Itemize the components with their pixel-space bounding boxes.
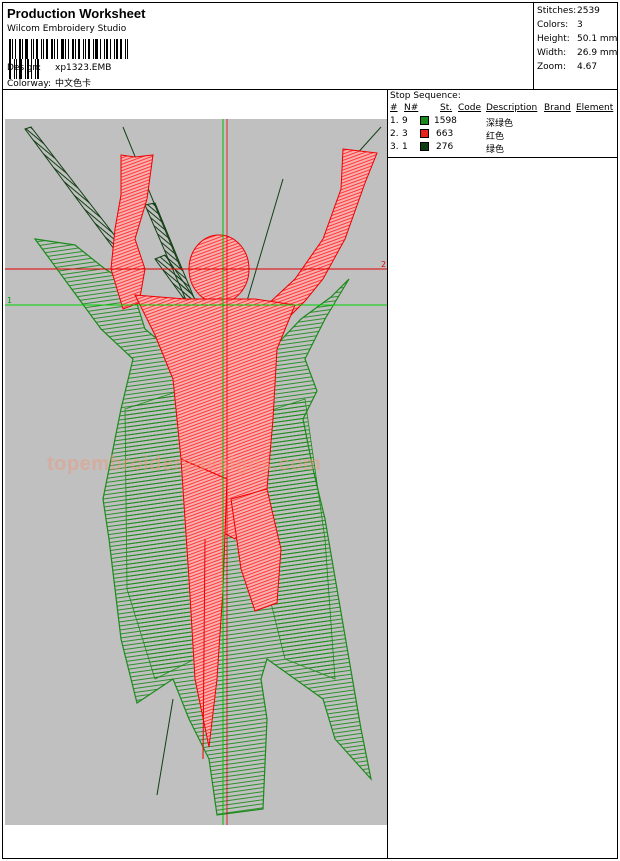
row-stitches: 276 bbox=[436, 142, 454, 152]
stop-row[interactable]: 1. 9 1598 深绿色 bbox=[388, 116, 617, 129]
column-header-element: Element bbox=[576, 103, 614, 113]
barcode-bar bbox=[36, 39, 38, 59]
stat-value: 50.1 mm bbox=[577, 34, 618, 44]
design-preview-panel: 1 2 topembroiderydesigns.com bbox=[3, 89, 388, 858]
stat-colors: Colors: 3 bbox=[537, 20, 583, 30]
barcode-bar bbox=[85, 39, 86, 59]
worksheet-title: Production Worksheet bbox=[7, 6, 146, 21]
column-header-needle: N# bbox=[404, 103, 419, 113]
stop-sequence-panel: Stop Sequence: # N# St. Code Description… bbox=[388, 89, 617, 158]
row-description: 深绿色 bbox=[486, 119, 514, 129]
barcode-bar bbox=[125, 39, 126, 59]
row-needle: 3 bbox=[402, 129, 408, 139]
barcode-bar bbox=[25, 39, 28, 59]
row-description: 绿色 bbox=[486, 145, 505, 155]
barcode-bar bbox=[78, 39, 80, 59]
design-canvas[interactable]: 1 2 topembroiderydesigns.com bbox=[5, 119, 387, 825]
stat-value: 3 bbox=[577, 20, 583, 30]
row-stitches: 1598 bbox=[434, 116, 457, 126]
barcode-bar bbox=[120, 39, 122, 59]
software-name: Wilcom Embroidery Studio bbox=[7, 24, 127, 34]
barcode-bar bbox=[51, 39, 53, 59]
row-number: 1. bbox=[390, 116, 399, 126]
barcode-bar bbox=[33, 39, 34, 59]
stat-label: Stitches: bbox=[537, 6, 577, 16]
barcode-bar bbox=[61, 39, 64, 59]
design-label: Design: bbox=[7, 63, 42, 73]
design-stats: Stitches:2539 Colors: 3 Height: 50.1 mm Wi… bbox=[533, 3, 618, 89]
row-needle: 9 bbox=[402, 116, 408, 126]
barcode-bar bbox=[68, 39, 69, 59]
end-marker: 2 bbox=[381, 260, 386, 269]
watermark-text: topembroiderydesigns.com bbox=[47, 453, 322, 475]
barcode-bar bbox=[43, 39, 44, 59]
color-swatch bbox=[420, 142, 429, 151]
colorway-label: Colorway: bbox=[7, 79, 52, 89]
barcode-bar bbox=[88, 39, 90, 59]
row-description: 红色 bbox=[486, 132, 505, 142]
barcode-bar bbox=[54, 39, 55, 59]
barcode-bar bbox=[19, 39, 21, 59]
stop-row[interactable]: 2. 3 663 红色 bbox=[388, 129, 617, 142]
row-needle: 1 bbox=[402, 142, 408, 152]
column-header-num: # bbox=[390, 103, 398, 113]
barcode-bar bbox=[72, 39, 74, 59]
stat-label: Colors: bbox=[537, 20, 569, 30]
production-worksheet: Production Worksheet Wilcom Embroidery S… bbox=[2, 2, 618, 859]
stat-zoom: Zoom: 4.67 bbox=[537, 62, 597, 72]
start-marker: 1 bbox=[7, 296, 12, 305]
colorway-row: Colorway: 中文色卡 bbox=[7, 76, 91, 89]
barcode-bar bbox=[104, 39, 105, 59]
barcode-bar bbox=[65, 39, 66, 59]
barcode-bar bbox=[100, 39, 101, 59]
stat-label: Width: bbox=[537, 48, 567, 58]
stop-row[interactable]: 3. 1 276 绿色 bbox=[388, 142, 617, 155]
barcode-bar bbox=[116, 39, 118, 59]
colorway-value: 中文色卡 bbox=[55, 79, 92, 89]
stat-value: 2539 bbox=[577, 6, 600, 16]
stop-sequence-title: Stop Sequence: bbox=[390, 91, 461, 101]
barcode bbox=[9, 39, 133, 79]
color-swatch bbox=[420, 116, 429, 125]
barcode-bar bbox=[127, 39, 128, 59]
stat-label: Zoom: bbox=[537, 62, 566, 72]
stat-label: Height: bbox=[537, 34, 570, 44]
barcode-bar bbox=[57, 39, 58, 59]
stat-height: Height: 50.1 mm bbox=[537, 34, 617, 44]
stat-width: Width: 26.9 mm bbox=[537, 48, 617, 58]
barcode-bar bbox=[93, 39, 94, 59]
barcode-bar bbox=[95, 39, 98, 59]
column-header-description: Description bbox=[486, 103, 538, 113]
worksheet-header: Production Worksheet Wilcom Embroidery S… bbox=[3, 3, 617, 90]
barcode-bar bbox=[9, 39, 11, 59]
column-header-code: Code bbox=[458, 103, 482, 113]
barcode-bar bbox=[22, 39, 23, 59]
barcode-bar bbox=[114, 39, 115, 59]
barcode-bar bbox=[75, 39, 76, 59]
barcode-bar bbox=[46, 39, 48, 59]
barcode-bar bbox=[12, 39, 13, 59]
row-stitches: 663 bbox=[436, 129, 454, 139]
barcode-bar bbox=[110, 39, 111, 59]
barcode-bar bbox=[41, 39, 42, 59]
column-header-brand: Brand bbox=[544, 103, 571, 113]
stat-value: 4.67 bbox=[577, 62, 598, 72]
barcode-bar bbox=[83, 39, 84, 59]
stat-value: 26.9 mm bbox=[577, 48, 618, 58]
column-header-stitches: St. bbox=[440, 103, 453, 113]
barcode-bar bbox=[15, 39, 16, 59]
design-value: xp1323.EMB bbox=[55, 63, 112, 73]
stat-stitches: Stitches:2539 bbox=[537, 6, 600, 16]
color-swatch bbox=[420, 129, 429, 138]
barcode-bar bbox=[31, 39, 32, 59]
row-number: 2. bbox=[390, 129, 399, 139]
design-row: Design: xp1323.EMB bbox=[7, 63, 111, 73]
barcode-bar bbox=[106, 39, 108, 59]
row-number: 3. bbox=[390, 142, 399, 152]
